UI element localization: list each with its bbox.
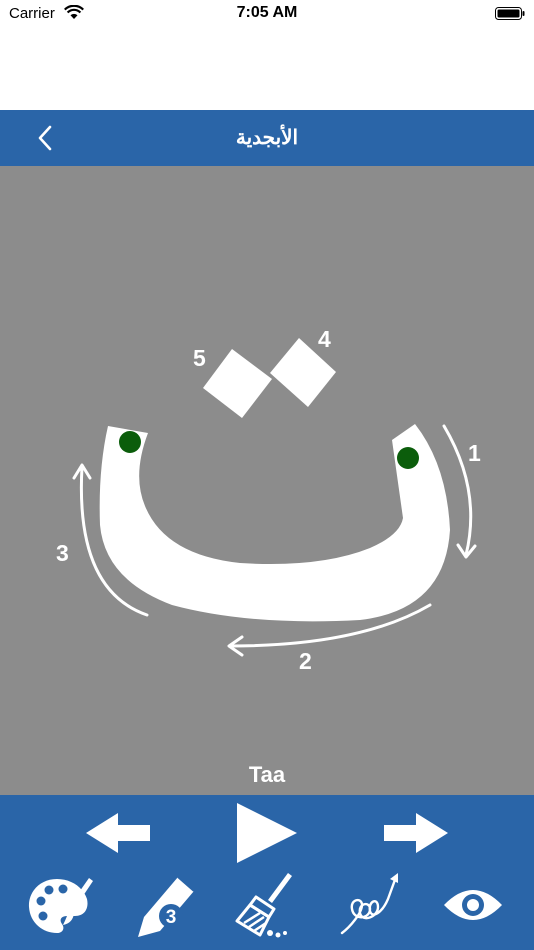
clock: 7:05 AM (236, 4, 298, 21)
status-bar: Carrier 7:05 AM (0, 0, 534, 26)
palette-icon[interactable] (25, 875, 95, 937)
page-title: الأبجدية (235, 127, 299, 149)
play-icon[interactable] (234, 801, 300, 865)
scribble-icon[interactable] (338, 869, 404, 939)
ad-banner-area (0, 26, 534, 110)
stroke-number-label: 4 (318, 326, 331, 352)
bottom-toolbar: 3 (0, 795, 534, 950)
stroke-number-label: 2 (299, 648, 312, 674)
stroke-number-label: 3 (56, 540, 69, 566)
battery-icon (495, 7, 525, 20)
stroke-number-label: 5 (193, 345, 206, 371)
stroke-start-point (397, 447, 419, 469)
drawing-canvas[interactable]: 1 2 3 4 5 Taa (0, 166, 534, 795)
letter-dot-shape (203, 349, 272, 418)
pencil-badge: 3 (166, 907, 177, 928)
chevron-left-icon[interactable] (30, 123, 60, 153)
letter-body-shape (99, 424, 451, 622)
arrow-left-icon[interactable] (84, 811, 152, 855)
eye-icon[interactable] (442, 883, 504, 927)
stroke-number-label: 1 (468, 440, 481, 466)
stroke-start-point (119, 431, 141, 453)
arrow-right-icon[interactable] (382, 811, 450, 855)
navigation-bar: الأبجدية (0, 110, 534, 166)
letter-tracing-diagram: 1 2 3 4 5 (56, 326, 481, 674)
pencil-icon[interactable]: 3 (128, 869, 200, 939)
letter-name-label: Taa (248, 762, 286, 787)
broom-icon[interactable] (234, 871, 304, 939)
